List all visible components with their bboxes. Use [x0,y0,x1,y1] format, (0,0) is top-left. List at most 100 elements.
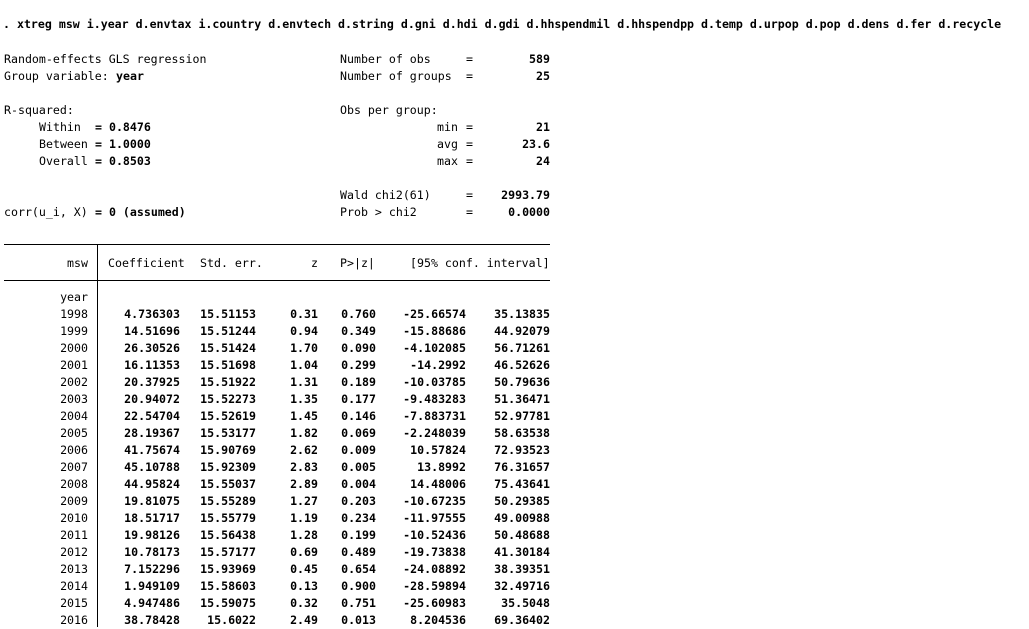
row-coefficient: 26.30526 [124,341,180,355]
table-top-rule [4,244,550,245]
row-std-err: 15.55779 [200,511,256,525]
row-z: 2.62 [290,443,318,457]
col-std-err: Std. err. [200,256,263,270]
max-value: 24 [536,154,550,168]
max-eq: = [466,154,473,168]
row-std-err: 15.51244 [200,324,256,338]
row-ci-lower: -25.60983 [403,596,466,610]
row-ci-upper: 50.29385 [494,494,550,508]
row-coefficient: 20.94072 [124,392,180,406]
row-coefficient: 19.98126 [124,528,180,542]
table-header-rule [4,280,550,281]
between-value: = 1.0000 [95,137,151,151]
row-pvalue: 0.013 [341,613,376,627]
row-ci-lower: -14.2992 [410,358,466,372]
row-coefficient: 20.37925 [124,375,180,389]
row-z: 0.31 [290,307,318,321]
row-ci-upper: 50.79636 [494,375,550,389]
row-z: 0.45 [290,562,318,576]
col-conf-interval: [95% conf. interval] [410,256,550,270]
row-std-err: 15.52619 [200,409,256,423]
table-divider [97,244,98,627]
row-ci-upper: 56.71261 [494,341,550,355]
row-label: 1998 [60,307,88,321]
avg-value: 23.6 [522,137,550,151]
overall-value: = 0.8503 [95,154,151,168]
row-ci-lower: -10.52436 [403,528,466,542]
row-ci-upper: 72.93523 [494,443,550,457]
row-ci-lower: -24.08892 [403,562,466,576]
row-label: 2006 [60,443,88,457]
within-label: Within [39,120,81,134]
max-label: max [437,154,458,168]
overall-label: Overall [39,154,88,168]
row-ci-lower: -15.88686 [403,324,466,338]
row-pvalue: 0.004 [341,477,376,491]
row-ci-lower: -25.66574 [403,307,466,321]
obs-per-group-label: Obs per group: [340,103,438,117]
min-value: 21 [536,120,550,134]
row-ci-upper: 32.49716 [494,579,550,593]
row-ci-upper: 46.52626 [494,358,550,372]
row-coefficient: 22.54704 [124,409,180,423]
row-std-err: 15.51698 [200,358,256,372]
corr-value: = 0 (assumed) [95,205,186,219]
col-pvalue: P>|z| [340,256,375,270]
row-ci-lower: -7.883731 [403,409,466,423]
row-coefficient: 16.11353 [124,358,180,372]
row-z: 1.27 [290,494,318,508]
ngroups-eq: = [466,69,473,83]
ngroups-label: Number of groups [340,69,452,83]
row-pvalue: 0.069 [341,426,376,440]
row-std-err: 15.58603 [200,579,256,593]
row-std-err: 15.56438 [200,528,256,542]
row-ci-lower: -19.73838 [403,545,466,559]
row-std-err: 15.53177 [200,426,256,440]
group-variable-value: year [116,69,144,83]
row-coefficient: 45.10788 [124,460,180,474]
row-pvalue: 0.299 [341,358,376,372]
row-label: 2007 [60,460,88,474]
model-title: Random-effects GLS regression [4,52,207,66]
row-coefficient: 38.78428 [124,613,180,627]
row-z: 1.31 [290,375,318,389]
min-label: min [437,120,458,134]
row-label: 2003 [60,392,88,406]
row-ci-lower: 10.57824 [410,443,466,457]
row-label: 1999 [60,324,88,338]
row-label: 2001 [60,358,88,372]
prob-value: 0.0000 [508,205,550,219]
row-label: 2015 [60,596,88,610]
row-pvalue: 0.234 [341,511,376,525]
row-std-err: 15.55289 [200,494,256,508]
between-label: Between [39,137,88,151]
row-ci-upper: 58.63538 [494,426,550,440]
row-ci-lower: -28.59894 [403,579,466,593]
row-std-err: 15.51424 [200,341,256,355]
row-z: 0.94 [290,324,318,338]
row-z: 1.82 [290,426,318,440]
row-ci-lower: -4.102085 [403,341,466,355]
row-label: 2002 [60,375,88,389]
row-coefficient: 4.736303 [124,307,180,321]
row-ci-lower: -10.03785 [403,375,466,389]
row-label: 2010 [60,511,88,525]
r-squared-label: R-squared: [4,103,74,117]
row-ci-lower: -2.248039 [403,426,466,440]
within-value: = 0.8476 [95,120,151,134]
row-z: 1.28 [290,528,318,542]
row-std-err: 15.90769 [200,443,256,457]
nobs-label: Number of obs [340,52,431,66]
row-pvalue: 0.751 [341,596,376,610]
col-coefficient: Coefficient [108,256,185,270]
row-pvalue: 0.349 [341,324,376,338]
row-pvalue: 0.489 [341,545,376,559]
depvar-header: msw [67,256,88,270]
row-ci-upper: 44.92079 [494,324,550,338]
row-z: 2.83 [290,460,318,474]
row-coefficient: 4.947486 [124,596,180,610]
row-label: 2005 [60,426,88,440]
nobs-eq: = [466,52,473,66]
row-pvalue: 0.199 [341,528,376,542]
row-ci-upper: 76.31657 [494,460,550,474]
